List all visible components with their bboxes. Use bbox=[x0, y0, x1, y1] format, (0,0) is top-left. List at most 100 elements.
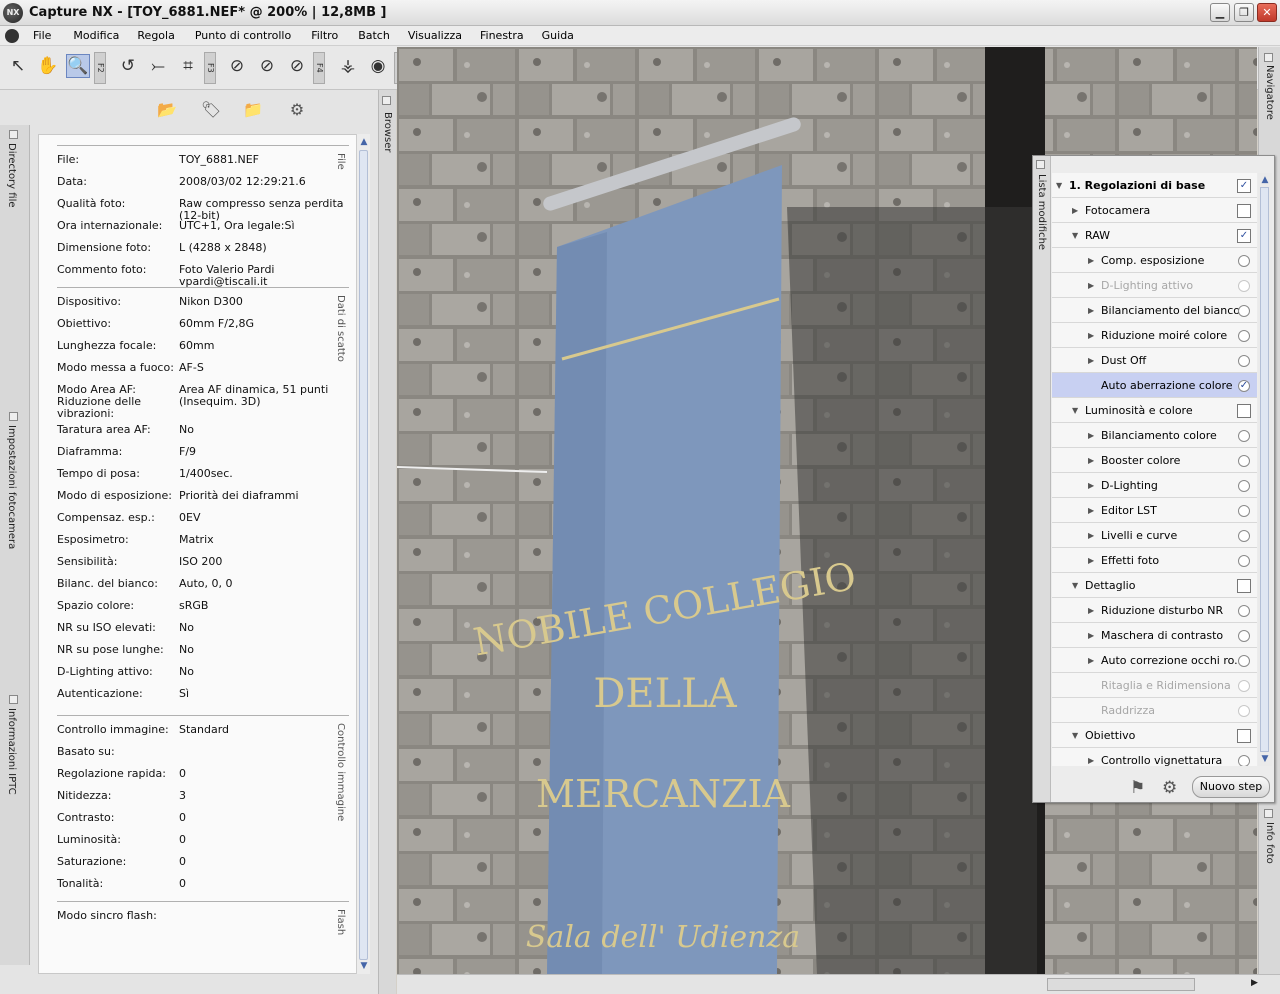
scroll-up-icon[interactable]: ▲ bbox=[1259, 174, 1271, 186]
save-folder-icon[interactable]: 📁 bbox=[240, 100, 266, 120]
menu-regola[interactable]: Regola bbox=[137, 29, 174, 42]
edit-step-item[interactable]: ▶ Controllo vignettatura bbox=[1052, 748, 1257, 766]
step-checkbox[interactable] bbox=[1237, 729, 1251, 743]
step-radio[interactable] bbox=[1238, 280, 1250, 292]
hand-tool-icon[interactable]: ✋ bbox=[36, 54, 60, 78]
arrow-tool-icon[interactable]: ↖ bbox=[6, 54, 30, 78]
edit-step-item[interactable]: ▼ Obiettivo bbox=[1052, 723, 1257, 748]
edit-step-item[interactable]: Ritaglia e Ridimensiona bbox=[1052, 673, 1257, 698]
menu-finestra[interactable]: Finestra bbox=[480, 29, 524, 42]
edit-step-item[interactable]: ▶ Dust Off bbox=[1052, 348, 1257, 373]
edit-step-item[interactable]: ▶ Effetti foto bbox=[1052, 548, 1257, 573]
menu-filtro[interactable]: Filtro bbox=[311, 29, 338, 42]
scroll-down-icon[interactable]: ▼ bbox=[1259, 753, 1271, 765]
scroll-thumb[interactable] bbox=[1260, 187, 1269, 752]
expand-right-icon[interactable]: ▶ bbox=[1088, 748, 1094, 766]
new-step-button[interactable]: Nuovo step bbox=[1192, 776, 1270, 798]
document-icon[interactable] bbox=[5, 28, 19, 43]
edit-step-item[interactable]: ▶ Maschera di contrasto bbox=[1052, 623, 1257, 648]
expand-right-icon[interactable]: ▶ bbox=[1088, 248, 1094, 273]
step-radio[interactable] bbox=[1238, 480, 1250, 492]
menu-batch[interactable]: Batch bbox=[358, 29, 390, 42]
edit-step-item[interactable]: ▼ 1. Regolazioni di base ✓ bbox=[1052, 173, 1257, 198]
step-radio[interactable] bbox=[1238, 305, 1250, 317]
red-eye-icon[interactable]: ◉ bbox=[366, 54, 390, 78]
expand-down-icon[interactable]: ▼ bbox=[1072, 573, 1078, 598]
edit-step-item[interactable]: ▶ D-Lighting bbox=[1052, 473, 1257, 498]
step-radio[interactable] bbox=[1238, 630, 1250, 642]
tab-navigatore[interactable]: Navigatore bbox=[1264, 65, 1275, 120]
step-radio[interactable] bbox=[1238, 530, 1250, 542]
step-radio[interactable] bbox=[1238, 705, 1250, 717]
menu-visualizza[interactable]: Visualizza bbox=[408, 29, 462, 42]
edit-step-item[interactable]: Raddrizza bbox=[1052, 698, 1257, 723]
crop-tool-icon[interactable]: ⌗ bbox=[176, 54, 200, 78]
close-button[interactable]: ✕ bbox=[1257, 3, 1277, 22]
edit-list-scrollbar[interactable]: ▲ ▼ bbox=[1258, 173, 1272, 766]
expand-right-icon[interactable]: ▶ bbox=[1088, 323, 1094, 348]
tab-toggle-icon[interactable] bbox=[1264, 53, 1273, 62]
scroll-up-icon[interactable]: ▲ bbox=[358, 136, 370, 148]
edit-step-item[interactable]: ▶ Bilanciamento del bianco bbox=[1052, 298, 1257, 323]
edit-step-item[interactable]: ▶ Riduzione disturbo NR bbox=[1052, 598, 1257, 623]
expand-right-icon[interactable]: ▶ bbox=[1072, 198, 1078, 223]
edit-step-item[interactable]: ▶ Auto correzione occhi ro... bbox=[1052, 648, 1257, 673]
expand-right-icon[interactable]: ▶ bbox=[1088, 523, 1094, 548]
f4-group-handle[interactable]: F4 bbox=[313, 52, 325, 84]
expand-right-icon[interactable]: ▶ bbox=[1088, 348, 1094, 373]
step-checkbox[interactable]: ✓ bbox=[1237, 179, 1251, 193]
scroll-down-icon[interactable]: ▼ bbox=[358, 960, 370, 972]
menu-punto-di-controllo[interactable]: Punto di controllo bbox=[195, 29, 291, 42]
step-radio[interactable] bbox=[1238, 555, 1250, 567]
step-checkbox[interactable] bbox=[1237, 579, 1251, 593]
edit-step-item[interactable]: Auto aberrazione colore ✓ bbox=[1052, 373, 1257, 398]
color-point-icon[interactable]: ⚶ bbox=[336, 54, 360, 78]
edit-step-item[interactable]: ▶ Editor LST bbox=[1052, 498, 1257, 523]
step-radio[interactable] bbox=[1238, 455, 1250, 467]
flag-icon[interactable]: ⚑ bbox=[1130, 778, 1145, 798]
step-radio[interactable] bbox=[1238, 355, 1250, 367]
step-radio[interactable] bbox=[1238, 430, 1250, 442]
tab-toggle-icon[interactable] bbox=[382, 96, 391, 105]
zoom-tool-icon[interactable]: 🔍 bbox=[66, 54, 90, 78]
label-icon[interactable]: 🏷 bbox=[198, 100, 224, 120]
step-radio[interactable] bbox=[1238, 330, 1250, 342]
tab-informazioni-iptc[interactable]: Informazioni IPTC bbox=[6, 708, 17, 795]
white-point-icon[interactable]: ⊘ bbox=[285, 54, 309, 78]
expand-right-icon[interactable]: ▶ bbox=[1088, 498, 1094, 523]
step-checkbox[interactable] bbox=[1237, 404, 1251, 418]
scroll-right-icon[interactable]: ▶ bbox=[1251, 978, 1258, 988]
f3-group-handle[interactable]: F3 bbox=[204, 52, 216, 84]
edit-step-item[interactable]: ▶ Comp. esposizione bbox=[1052, 248, 1257, 273]
expand-right-icon[interactable]: ▶ bbox=[1088, 423, 1094, 448]
menu-file[interactable]: File bbox=[33, 29, 51, 42]
expand-down-icon[interactable]: ▼ bbox=[1072, 223, 1078, 248]
step-radio[interactable] bbox=[1238, 605, 1250, 617]
tab-toggle-icon[interactable] bbox=[9, 412, 18, 421]
step-radio[interactable] bbox=[1238, 655, 1250, 667]
edit-step-item[interactable]: ▶ Fotocamera bbox=[1052, 198, 1257, 223]
expand-right-icon[interactable]: ▶ bbox=[1088, 273, 1094, 298]
scroll-thumb[interactable] bbox=[359, 150, 368, 960]
step-radio[interactable]: ✓ bbox=[1238, 380, 1250, 392]
tab-impostazioni-fotocamera[interactable]: Impostazioni fotocamera bbox=[6, 425, 17, 549]
neutral-point-icon[interactable]: ⊘ bbox=[255, 54, 279, 78]
step-radio[interactable] bbox=[1238, 680, 1250, 692]
settings-gear-icon[interactable]: ⚙ bbox=[284, 100, 310, 120]
step-checkbox[interactable] bbox=[1237, 204, 1251, 218]
open-folder-icon[interactable]: 📂 bbox=[154, 100, 180, 120]
rotate-tool-icon[interactable]: ↺ bbox=[116, 54, 140, 78]
maximize-button[interactable]: ❐ bbox=[1234, 3, 1254, 22]
tab-info-foto[interactable]: Info foto bbox=[1264, 822, 1275, 864]
expand-right-icon[interactable]: ▶ bbox=[1088, 598, 1094, 623]
menu-guida[interactable]: Guida bbox=[542, 29, 574, 42]
expand-down-icon[interactable]: ▼ bbox=[1072, 398, 1078, 423]
menu-modifica[interactable]: Modifica bbox=[73, 29, 119, 42]
tab-toggle-icon[interactable] bbox=[1036, 160, 1045, 169]
expand-down-icon[interactable]: ▼ bbox=[1056, 173, 1062, 198]
tab-toggle-icon[interactable] bbox=[1264, 809, 1273, 818]
straighten-tool-icon[interactable]: ⤚ bbox=[146, 54, 170, 78]
minimize-button[interactable]: ▁ bbox=[1210, 3, 1230, 22]
expand-right-icon[interactable]: ▶ bbox=[1088, 548, 1094, 573]
edit-step-item[interactable]: ▼ Luminosità e colore bbox=[1052, 398, 1257, 423]
